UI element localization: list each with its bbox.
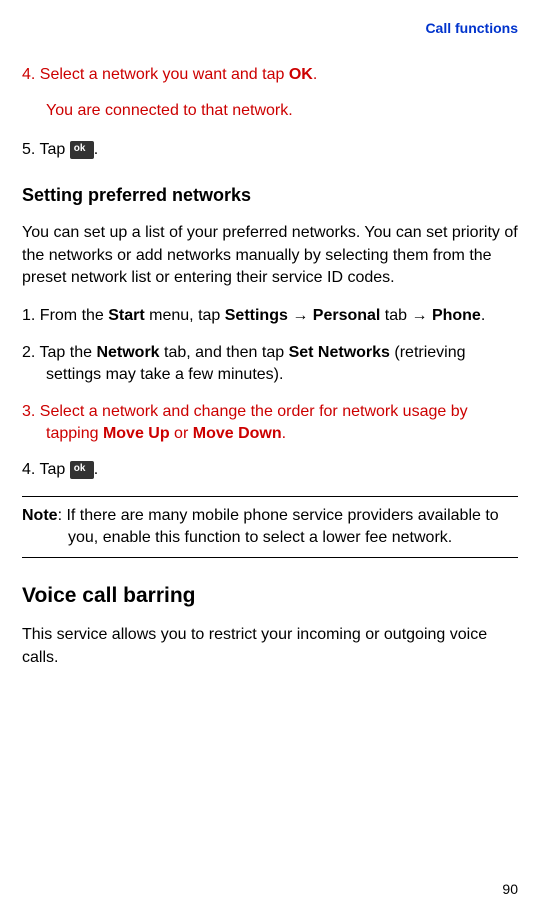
s1-step4-a: 4. Tap	[22, 461, 70, 478]
s1-step4-b: .	[94, 461, 98, 478]
section1-step3: 3. Select a network and change the order…	[22, 401, 518, 446]
step4-prefix: 4. Select a network you want and tap	[22, 66, 289, 83]
start-label: Start	[108, 307, 144, 324]
ok-icon: ok	[70, 141, 94, 159]
s1-step1-d: tab →	[380, 307, 432, 324]
section1-step4: 4. Tap ok.	[22, 459, 518, 481]
ok-icon-text: ok	[74, 142, 86, 156]
step-5: 5. Tap ok.	[22, 139, 518, 161]
step4-subtext: You are connected to that network.	[22, 100, 518, 122]
s1-step1-a: 1. From the	[22, 307, 108, 324]
page-number: 90	[502, 881, 518, 897]
step5-suffix: .	[94, 141, 98, 158]
step-4: 4. Select a network you want and tap OK.	[22, 64, 518, 86]
s1-step2-a: 2. Tap the	[22, 344, 96, 361]
section2-paragraph: This service allows you to restrict your…	[22, 624, 518, 669]
moveup-label: Move Up	[103, 425, 170, 442]
s1-step2-b: tab, and then tap	[160, 344, 289, 361]
s1-step3-b: or	[170, 425, 193, 442]
settings-label: Settings	[225, 307, 288, 324]
ok-icon: ok	[70, 461, 94, 479]
heading-voice-call-barring: Voice call barring	[22, 584, 518, 608]
s1-step3-c: .	[282, 425, 286, 442]
movedown-label: Move Down	[193, 425, 282, 442]
s1-step1-e: .	[481, 307, 485, 324]
arrow-1: →	[288, 307, 313, 324]
section1-step1: 1. From the Start menu, tap Settings → P…	[22, 305, 518, 327]
network-tab-label: Network	[96, 344, 159, 361]
note-label: Note	[22, 507, 58, 524]
set-networks-label: Set Networks	[289, 344, 390, 361]
phone-label: Phone	[432, 307, 481, 324]
step4-ok-label: OK	[289, 66, 313, 83]
personal-label: Personal	[313, 307, 381, 324]
note-text: : If there are many mobile phone service…	[58, 507, 499, 546]
note-block: Note: If there are many mobile phone ser…	[22, 496, 518, 559]
step5-prefix: 5. Tap	[22, 141, 70, 158]
s1-step1-b: menu, tap	[145, 307, 225, 324]
step4-suffix: .	[313, 66, 317, 83]
header-title: Call functions	[22, 20, 518, 36]
section1-step2: 2. Tap the Network tab, and then tap Set…	[22, 342, 518, 387]
section1-paragraph: You can set up a list of your preferred …	[22, 222, 518, 289]
heading-preferred-networks: Setting preferred networks	[22, 185, 518, 206]
ok-icon-text: ok	[74, 462, 86, 476]
